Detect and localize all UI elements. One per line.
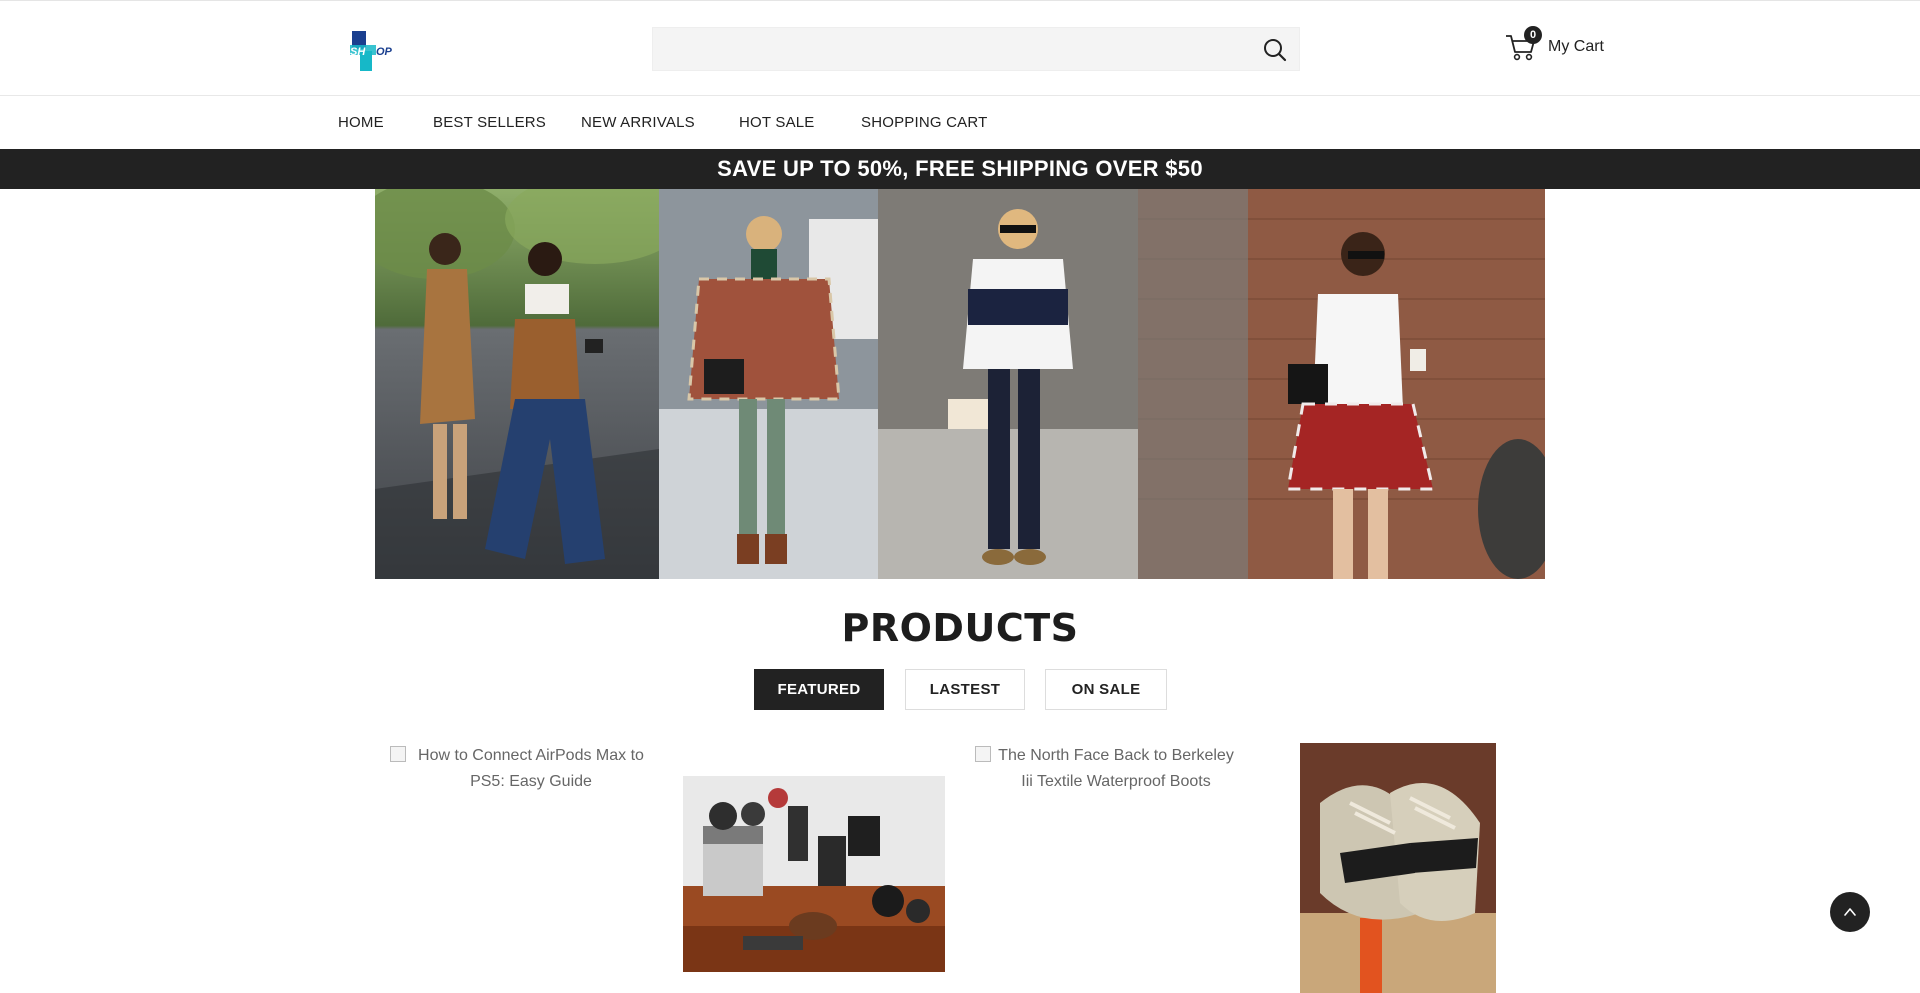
cart-count-badge: 0	[1524, 26, 1542, 44]
promo-banner: SAVE UP TO 50%, FREE SHIPPING OVER $50	[0, 149, 1920, 189]
product-image[interactable]	[1300, 743, 1496, 993]
product-card[interactable]	[1300, 743, 1496, 993]
search-bar	[652, 27, 1300, 71]
main-nav: HOME BEST SELLERS NEW ARRIVALS HOT SALE …	[0, 96, 1920, 149]
nav-item-new-arrivals[interactable]: NEW ARRIVALS	[581, 96, 695, 149]
product-card[interactable]	[683, 776, 945, 972]
product-image-broken[interactable]: How to Connect AirPods Max to PS5: Easy …	[390, 743, 652, 795]
nav-item-best-sellers[interactable]: BEST SELLERS	[433, 96, 546, 149]
tab-on-sale[interactable]: ON SALE	[1045, 669, 1167, 710]
broken-image-icon	[390, 746, 406, 762]
tab-lastest[interactable]: LASTEST	[905, 669, 1025, 710]
svg-text:OP: OP	[376, 46, 393, 58]
product-card[interactable]: How to Connect AirPods Max to PS5: Easy …	[390, 743, 652, 795]
nav-item-home[interactable]: HOME	[338, 96, 384, 149]
site-header: SH OP 0 My Cart	[0, 0, 1920, 96]
tab-featured[interactable]: FEATURED	[754, 669, 884, 710]
product-image-alt: How to Connect AirPods Max to PS5: Easy …	[418, 747, 644, 790]
broken-image-icon	[975, 746, 991, 762]
product-image-alt: The North Face Back to Berkeley Iii Text…	[998, 747, 1234, 790]
chevron-up-icon	[1844, 908, 1856, 916]
search-input[interactable]	[653, 28, 1299, 70]
products-heading: PRODUCTS	[841, 606, 1079, 650]
shop-logo[interactable]: SH OP	[346, 29, 402, 73]
product-image-broken[interactable]: The North Face Back to Berkeley Iii Text…	[975, 743, 1237, 795]
nav-item-hot-sale[interactable]: HOT SALE	[739, 96, 815, 149]
hero-photo-4	[1138, 189, 1545, 579]
svg-text:SH: SH	[350, 46, 366, 58]
nav-item-shopping-cart[interactable]: SHOPPING CART	[861, 96, 988, 149]
hero-photo-2	[659, 189, 878, 579]
cart-label: My Cart	[1548, 38, 1604, 55]
hero-photo-1	[375, 189, 659, 579]
hero-photo-3	[878, 189, 1138, 579]
search-icon[interactable]	[1261, 36, 1289, 64]
cart-button[interactable]: 0 My Cart	[1504, 26, 1604, 67]
cart-icon: 0	[1504, 26, 1542, 64]
product-image[interactable]	[683, 776, 945, 972]
hero-banner[interactable]	[375, 189, 1545, 579]
back-to-top-button[interactable]	[1830, 892, 1870, 932]
product-card[interactable]: The North Face Back to Berkeley Iii Text…	[975, 743, 1237, 795]
